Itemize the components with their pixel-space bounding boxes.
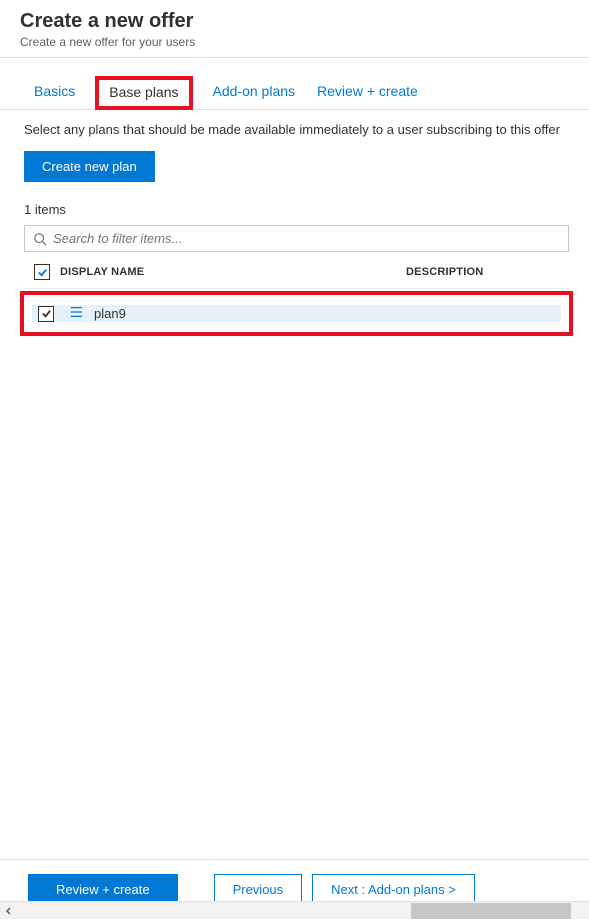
- create-new-plan-button[interactable]: Create new plan: [24, 151, 155, 182]
- scroll-track[interactable]: [18, 903, 589, 919]
- scroll-thumb[interactable]: [411, 903, 571, 919]
- tab-base-plans[interactable]: Base plans: [95, 76, 192, 110]
- tab-review-create[interactable]: Review + create: [315, 77, 420, 109]
- item-count-label: 1 items: [24, 202, 569, 217]
- tab-basics[interactable]: Basics: [32, 77, 77, 109]
- tab-addon-plans[interactable]: Add-on plans: [211, 77, 298, 109]
- column-header-description[interactable]: DESCRIPTION: [406, 266, 565, 278]
- row-checkbox[interactable]: [38, 306, 54, 322]
- table-row[interactable]: plan9: [32, 305, 561, 322]
- tab-bar: Basics Base plans Add-on plans Review + …: [0, 58, 589, 110]
- page-subtitle: Create a new offer for your users: [20, 35, 569, 49]
- plan-icon: [66, 305, 84, 322]
- plans-table: DISPLAY NAME DESCRIPTION: [24, 256, 569, 336]
- plan-name: plan9: [94, 306, 126, 321]
- main-content: Select any plans that should be made ava…: [0, 110, 589, 859]
- highlighted-row-wrapper: plan9: [20, 291, 573, 336]
- search-box[interactable]: [24, 225, 569, 252]
- table-header-row: DISPLAY NAME DESCRIPTION: [24, 256, 569, 289]
- page-header: Create a new offer Create a new offer fo…: [0, 0, 589, 58]
- select-all-checkbox[interactable]: [34, 264, 50, 280]
- page-title: Create a new offer: [20, 10, 569, 33]
- search-icon: [33, 232, 47, 246]
- search-input[interactable]: [53, 231, 560, 246]
- horizontal-scrollbar[interactable]: [0, 901, 589, 919]
- scroll-left-arrow-icon[interactable]: [0, 902, 18, 920]
- column-header-display-name[interactable]: DISPLAY NAME: [56, 266, 406, 278]
- content-description: Select any plans that should be made ava…: [24, 122, 569, 137]
